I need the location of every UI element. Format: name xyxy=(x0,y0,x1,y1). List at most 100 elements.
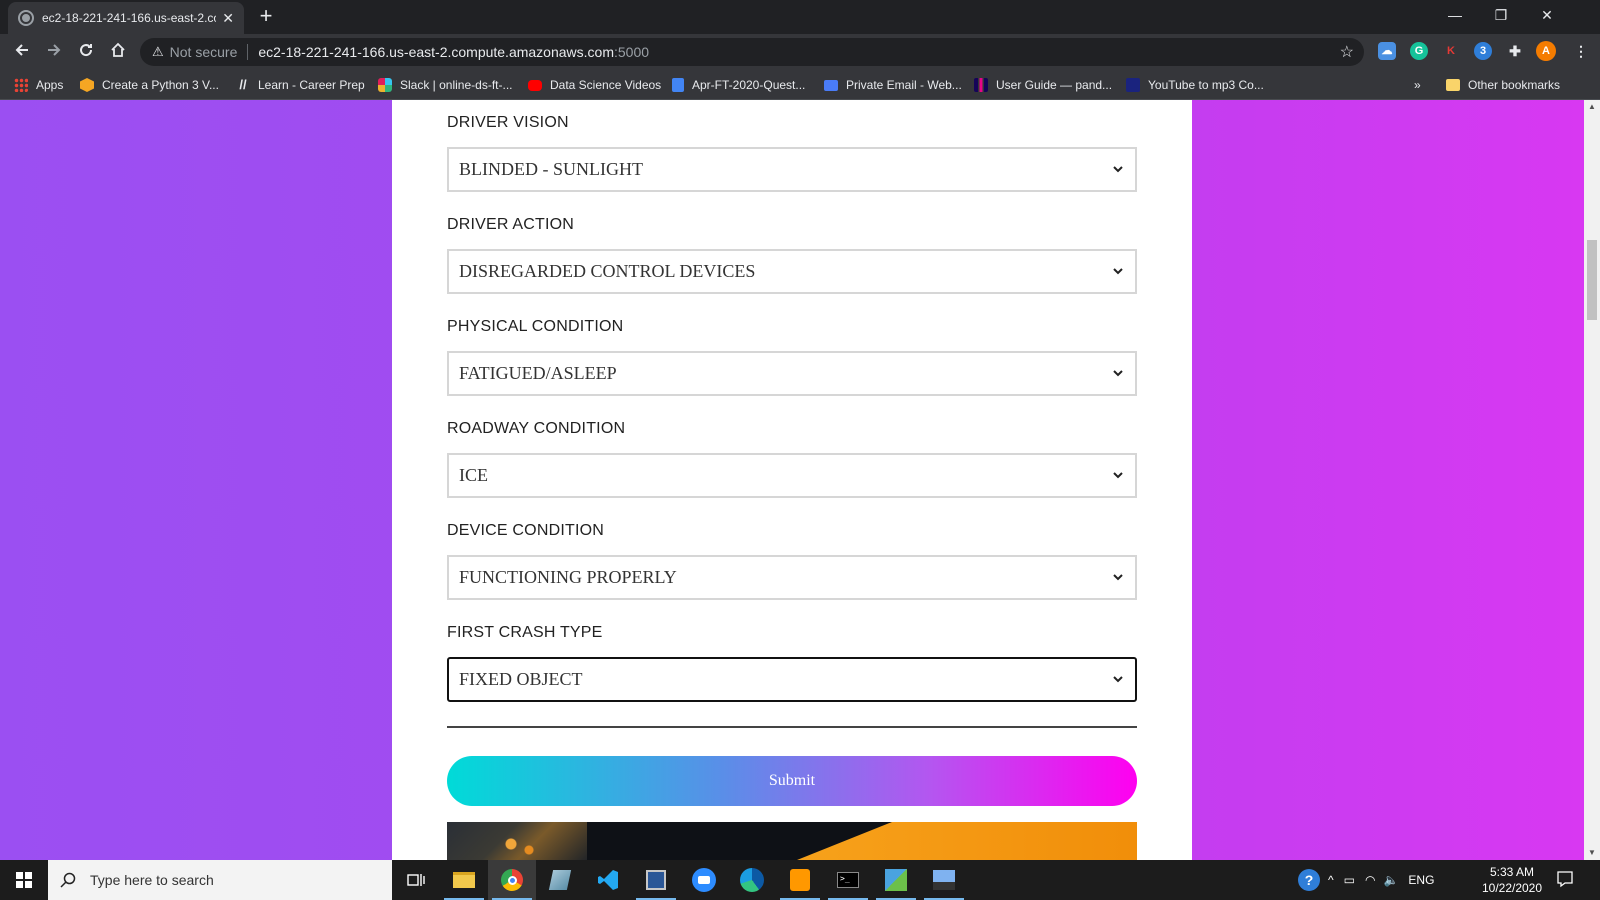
grammarly-extension-icon[interactable]: G xyxy=(1410,42,1428,60)
page-viewport: DRIVER VISION BLINDED - SUNLIGHT DRIVER … xyxy=(0,100,1584,860)
close-window-button[interactable]: ✕ xyxy=(1524,0,1570,30)
language-indicator[interactable]: ENG xyxy=(1408,873,1434,887)
banner-image xyxy=(447,822,1137,860)
bookmark-learn[interactable]: // Learn - Career Prep xyxy=(236,76,364,94)
physical-condition-value: FATIGUED/ASLEEP xyxy=(459,363,617,383)
minimize-button[interactable]: — xyxy=(1432,0,1478,30)
scroll-down-arrow-icon[interactable]: ▼ xyxy=(1584,846,1600,860)
driver-vision-value: BLINDED - SUNLIGHT xyxy=(459,159,643,179)
taskbar-network-app[interactable] xyxy=(920,860,968,900)
url-text[interactable]: ec2-18-221-241-166.us-east-2.compute.ama… xyxy=(258,44,649,60)
address-bar[interactable]: ⚠ Not secure ec2-18-221-241-166.us-east-… xyxy=(140,38,1364,66)
first-crash-type-select[interactable]: FIXED OBJECT xyxy=(447,657,1137,702)
bookmark-youtube-mp3[interactable]: YouTube to mp3 Co... xyxy=(1126,76,1264,94)
badge-extension-icon[interactable]: 3 xyxy=(1474,42,1492,60)
close-tab-icon[interactable]: ✕ xyxy=(222,10,234,27)
physical-condition-label: PHYSICAL CONDITION xyxy=(447,318,624,335)
tab-strip: ec2-18-221-241-166.us-east-2.compute.ama… xyxy=(0,0,1600,34)
bookmark-user-guide[interactable]: User Guide — pand... xyxy=(974,76,1112,94)
menu-kebab-icon[interactable]: ⋮ xyxy=(1572,42,1590,60)
driver-action-select[interactable]: DISREGARDED CONTROL DEVICES xyxy=(447,249,1137,294)
bookmark-private-email[interactable]: Private Email - Web... xyxy=(824,76,962,94)
scroll-up-arrow-icon[interactable]: ▲ xyxy=(1584,100,1600,114)
task-view-icon xyxy=(407,874,425,886)
help-icon[interactable]: ? xyxy=(1298,869,1320,891)
security-status[interactable]: Not secure xyxy=(170,44,238,60)
taskbar-terminal[interactable]: >_ xyxy=(824,860,872,900)
driver-action-value: DISREGARDED CONTROL DEVICES xyxy=(459,261,756,281)
puzzle-extensions-icon[interactable]: ✚ xyxy=(1506,42,1524,60)
bookmark-data-science[interactable]: Data Science Videos xyxy=(528,76,661,94)
physical-condition-select[interactable]: FATIGUED/ASLEEP xyxy=(447,351,1137,396)
back-arrow-icon xyxy=(15,44,28,56)
home-button[interactable] xyxy=(106,40,130,64)
volume-icon[interactable]: 🔈 xyxy=(1383,873,1398,887)
restore-button[interactable]: ❐ xyxy=(1478,0,1524,30)
device-condition-label: DEVICE CONDITION xyxy=(447,522,604,539)
sublime-icon xyxy=(790,869,810,891)
address-separator xyxy=(247,44,249,60)
back-button[interactable] xyxy=(10,40,34,64)
wifi-icon[interactable]: ◠ xyxy=(1365,873,1375,887)
bookmarks-overflow-button[interactable]: » xyxy=(1414,76,1421,94)
browser-tab[interactable]: ec2-18-221-241-166.us-east-2.compute.ama… xyxy=(8,2,244,34)
roadway-condition-value: ICE xyxy=(459,465,488,485)
home-icon xyxy=(111,42,125,57)
device-condition-select[interactable]: FUNCTIONING PROPERLY xyxy=(447,555,1137,600)
taskbar-notes-app[interactable] xyxy=(536,860,584,900)
taskbar-file-explorer[interactable] xyxy=(440,860,488,900)
slack-icon xyxy=(378,78,392,92)
search-icon xyxy=(60,872,76,888)
clock-time: 5:33 AM xyxy=(1489,865,1535,879)
profile-avatar[interactable]: A xyxy=(1536,41,1556,61)
bookmarks-bar: Apps Create a Python 3 V... // Learn - C… xyxy=(0,70,1600,100)
vscode-icon xyxy=(598,870,618,890)
onedrive-extension-icon[interactable]: ☁ xyxy=(1378,42,1396,60)
forward-arrow-icon xyxy=(48,44,61,56)
form-divider xyxy=(447,726,1137,728)
bookmark-label: YouTube to mp3 Co... xyxy=(1148,78,1264,92)
page-scrollbar[interactable]: ▲ ▼ xyxy=(1584,100,1600,860)
bookmark-apps[interactable]: Apps xyxy=(14,76,63,94)
bookmark-slack[interactable]: Slack | online-ds-ft-... xyxy=(378,76,513,94)
taskbar-calculator[interactable] xyxy=(632,860,680,900)
action-center-button[interactable] xyxy=(1556,870,1576,890)
battery-icon[interactable]: ▭ xyxy=(1344,873,1355,887)
scrollbar-thumb[interactable] xyxy=(1587,240,1597,320)
chevron-down-icon xyxy=(1111,469,1125,483)
tab-title: ec2-18-221-241-166.us-east-2.compute.ama… xyxy=(42,11,216,25)
driver-vision-select[interactable]: BLINDED - SUNLIGHT xyxy=(447,147,1137,192)
bookmark-python[interactable]: Create a Python 3 V... xyxy=(80,76,219,94)
network-computers-icon xyxy=(933,870,955,890)
first-crash-type-label: FIRST CRASH TYPE xyxy=(447,624,603,641)
taskbar-transfer-app[interactable] xyxy=(872,860,920,900)
profile-initial: A xyxy=(1542,45,1550,57)
submit-button[interactable]: Submit xyxy=(447,756,1137,806)
converter-icon xyxy=(1126,78,1140,92)
taskbar-search-box[interactable]: Type here to search xyxy=(48,860,392,900)
taskbar-edge[interactable] xyxy=(728,860,776,900)
docs-icon xyxy=(672,78,684,92)
task-view-button[interactable] xyxy=(392,860,440,900)
roadway-condition-select[interactable]: ICE xyxy=(447,453,1137,498)
forward-button[interactable] xyxy=(42,40,66,64)
form-card: DRIVER VISION BLINDED - SUNLIGHT DRIVER … xyxy=(392,100,1192,860)
new-tab-button[interactable]: + xyxy=(252,5,280,29)
other-bookmarks-folder[interactable]: Other bookmarks xyxy=(1446,76,1560,94)
bookmark-apr-ft[interactable]: Apr-FT-2020-Quest... xyxy=(672,76,805,94)
taskbar-chrome[interactable] xyxy=(488,860,536,900)
driver-action-label: DRIVER ACTION xyxy=(447,216,575,233)
apps-grid-icon xyxy=(14,78,28,92)
bookmark-star-icon[interactable]: ☆ xyxy=(1340,42,1354,62)
tray-expand-chevron-icon[interactable]: ^ xyxy=(1328,873,1334,887)
taskbar-vscode[interactable] xyxy=(584,860,632,900)
overflow-chevron-icon: » xyxy=(1414,78,1421,92)
taskbar-clock[interactable]: 5:33 AM 10/22/2020 xyxy=(1478,864,1546,896)
city-night-image xyxy=(447,822,587,860)
start-button[interactable] xyxy=(0,860,48,900)
taskbar-sublime[interactable] xyxy=(776,860,824,900)
taskbar-zoom[interactable] xyxy=(680,860,728,900)
extension-badge: 3 xyxy=(1479,45,1487,57)
k-extension-icon[interactable]: K xyxy=(1442,42,1460,60)
reload-button[interactable] xyxy=(74,40,98,64)
